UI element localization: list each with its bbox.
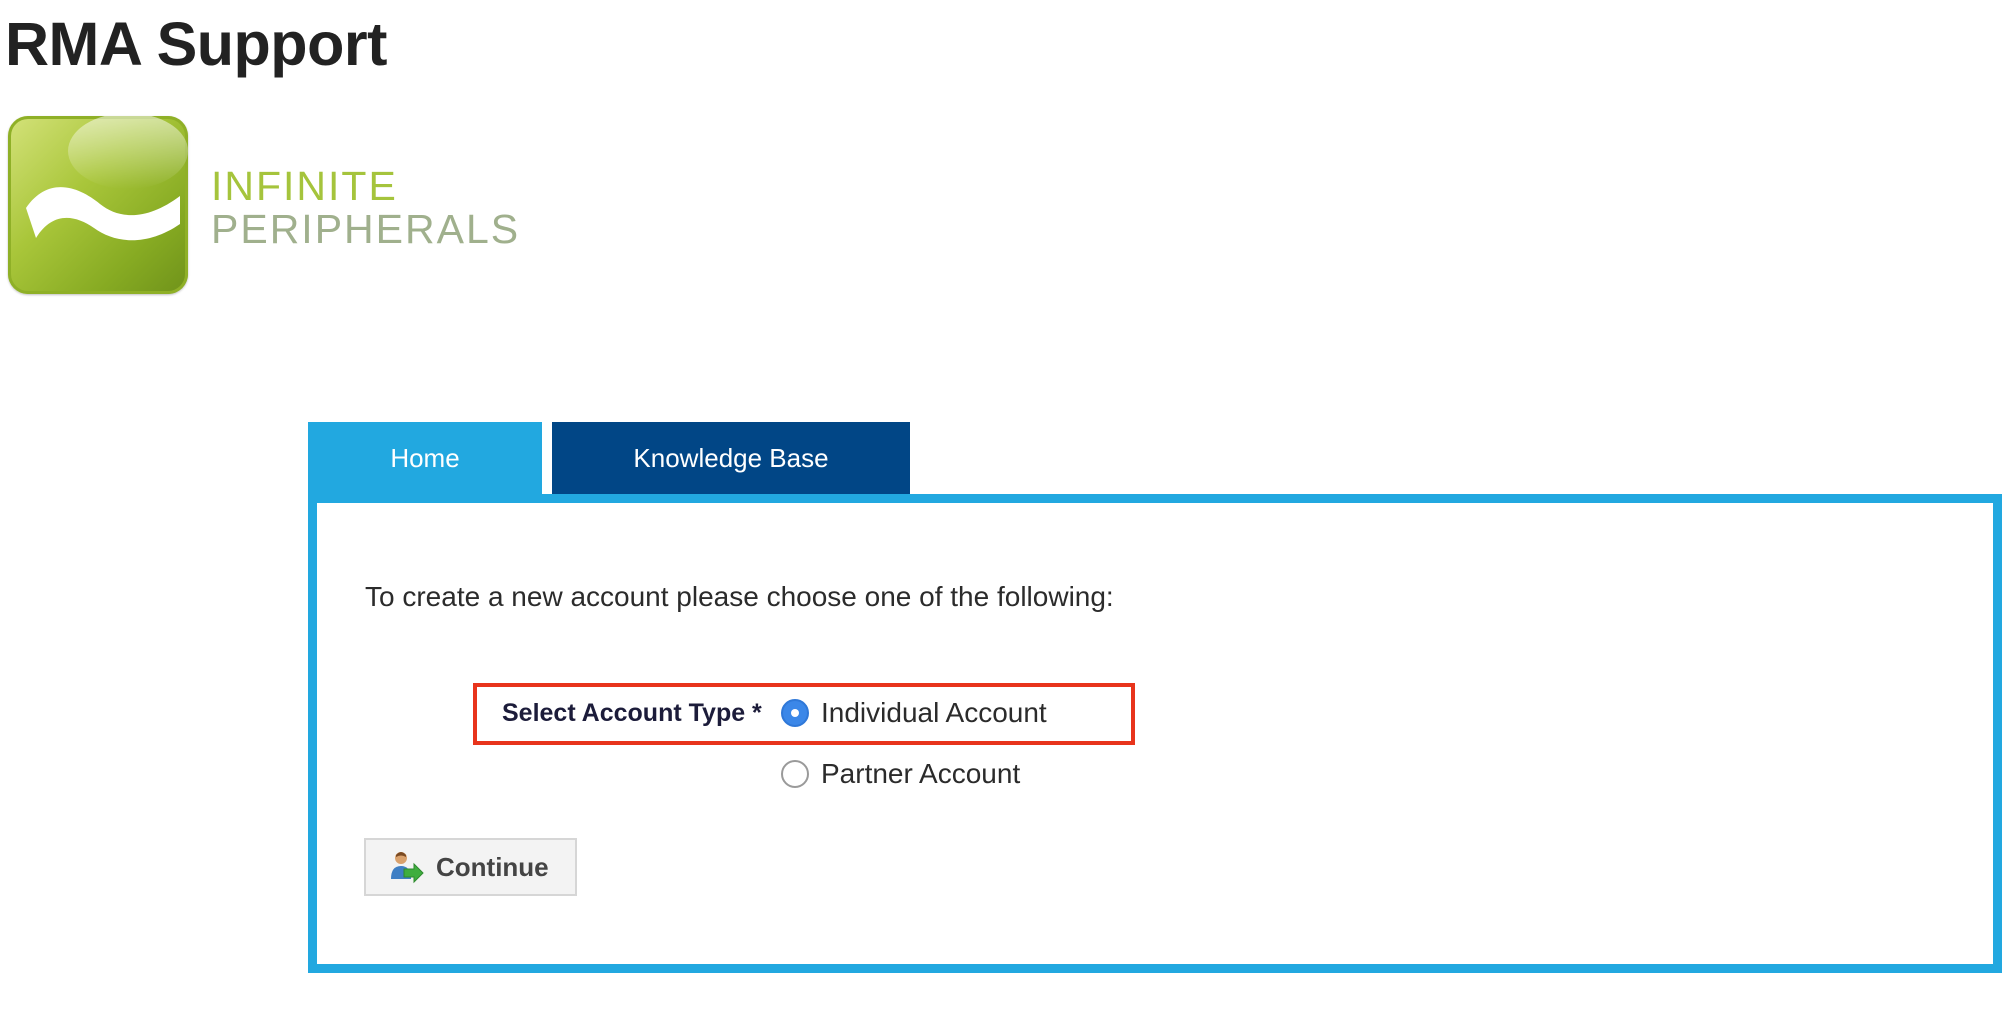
individual-account-label[interactable]: Individual Account (821, 697, 1047, 729)
logo-line-1: INFINITE (211, 163, 398, 209)
continue-label[interactable]: Continue (436, 852, 549, 883)
company-logo: INFINITE PERIPHERALS (8, 116, 518, 296)
continue-button[interactable]: Continue (364, 838, 577, 896)
page-title: RMA Support (5, 10, 387, 78)
partner-account-label[interactable]: Partner Account (821, 758, 1020, 790)
tab-home[interactable]: Home (308, 422, 542, 494)
partner-account-option[interactable]: Partner Account (781, 758, 1020, 790)
user-arrow-icon (388, 849, 424, 885)
individual-account-radio[interactable] (781, 699, 809, 727)
account-form-panel: To create a new account please choose on… (308, 494, 2002, 973)
wave-logo-icon (8, 116, 188, 294)
tab-knowledge-base[interactable]: Knowledge Base (552, 422, 910, 494)
account-type-label: Select Account Type * (502, 699, 762, 727)
page: RMA Support INFINITE PERIPHERALS Home Kn… (0, 0, 2014, 1010)
logo-wordmark: INFINITE PERIPHERALS (211, 166, 520, 250)
intro-text: To create a new account please choose on… (365, 581, 1114, 612)
logo-line-2: PERIPHERALS (211, 206, 521, 252)
individual-account-option[interactable]: Individual Account (781, 697, 1047, 729)
partner-account-radio[interactable] (781, 760, 809, 788)
